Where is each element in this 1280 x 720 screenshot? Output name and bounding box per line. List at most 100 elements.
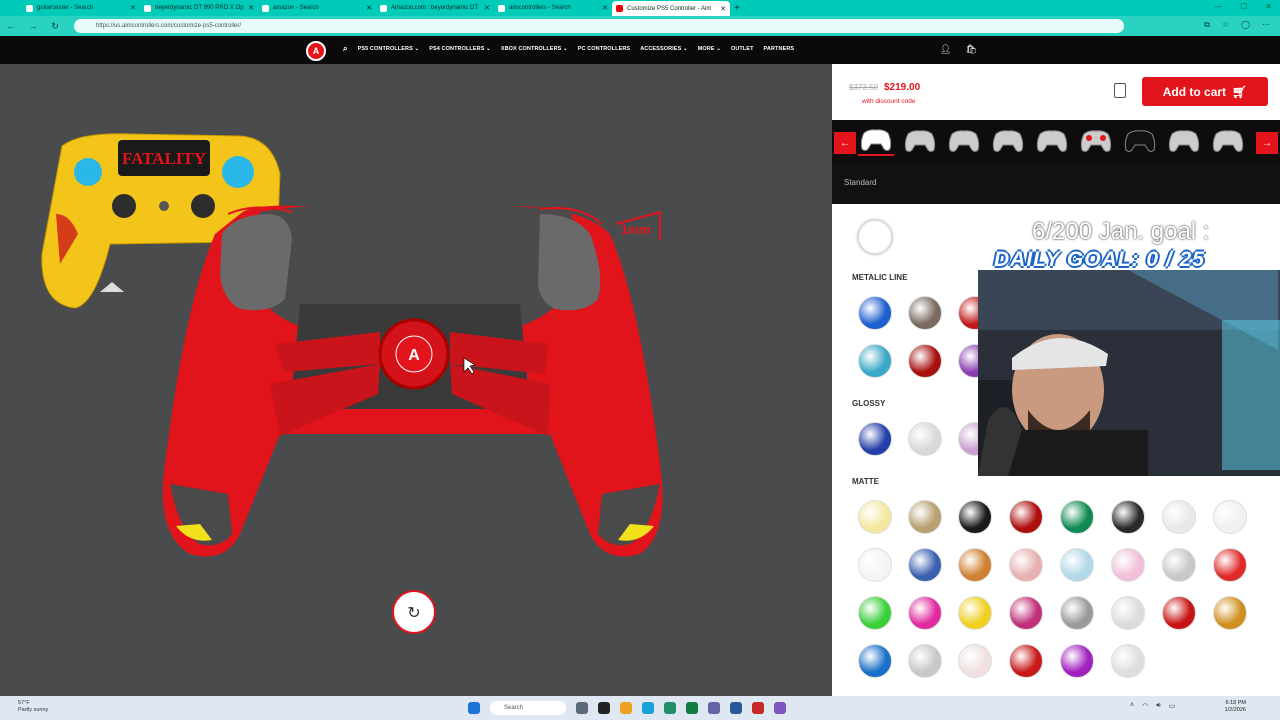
browser-tab[interactable]: beyerdynamic DT 990 PRO X Op ✕ <box>140 0 258 16</box>
app-icon-6[interactable] <box>774 702 786 714</box>
swatch-option[interactable] <box>858 296 892 330</box>
app-icon-2[interactable] <box>686 702 698 714</box>
swatch-option[interactable] <box>858 644 892 678</box>
aim-logo[interactable]: A <box>306 41 326 61</box>
maximize-icon[interactable]: ☐ <box>1240 2 1247 11</box>
volume-icon[interactable]: 🔊︎ <box>1156 702 1160 710</box>
task-view-icon[interactable] <box>576 702 588 714</box>
browser-tab[interactable]: Amazon.com : beyerdynamic DT ✕ <box>376 0 494 16</box>
menu-item[interactable]: PARTNERS <box>764 46 795 54</box>
swatch-option[interactable] <box>1162 500 1196 534</box>
app-icon-3[interactable] <box>708 702 720 714</box>
swatch-option[interactable] <box>958 548 992 582</box>
profile-icon[interactable]: ◯ <box>1241 20 1250 30</box>
swatch-option[interactable] <box>958 644 992 678</box>
edge-icon[interactable] <box>642 702 654 714</box>
favorites-icon[interactable]: ☆ <box>1222 20 1229 30</box>
menu-dots-icon[interactable]: ⋯ <box>1262 20 1270 30</box>
swatch-option[interactable] <box>958 500 992 534</box>
swatch-option[interactable] <box>1162 548 1196 582</box>
file-explorer-icon[interactable] <box>620 702 632 714</box>
browser-tab[interactable]: Customize PS5 Controller - Aim ✕ <box>612 1 730 16</box>
menu-item[interactable]: XBOX CONTROLLERS ⌄ <box>501 46 568 54</box>
add-to-cart-button[interactable]: Add to cart 🛒︎ <box>1142 77 1268 106</box>
app-icon-4[interactable] <box>730 702 742 714</box>
start-icon[interactable] <box>468 702 480 714</box>
tab-close-icon[interactable]: ✕ <box>602 4 608 12</box>
menu-item[interactable]: PS4 CONTROLLERS ⌄ <box>429 46 491 54</box>
swatch-option[interactable] <box>1009 548 1043 582</box>
swatch-option[interactable] <box>1162 596 1196 630</box>
menu-item[interactable]: MORE ⌄ <box>698 46 721 54</box>
rotate-view-button[interactable]: ↻ <box>392 590 436 634</box>
controller-part-thumb[interactable] <box>1210 126 1246 156</box>
swatch-option[interactable] <box>1213 500 1247 534</box>
swatch-option[interactable] <box>1009 500 1043 534</box>
controller-part-thumb[interactable] <box>1078 126 1114 156</box>
swatch-option[interactable] <box>858 548 892 582</box>
swatch-option[interactable] <box>1213 596 1247 630</box>
swatch-option[interactable] <box>1213 548 1247 582</box>
battery-icon[interactable]: ▭ <box>1169 702 1176 710</box>
app-icon-5[interactable] <box>752 702 764 714</box>
swatch-option[interactable] <box>858 596 892 630</box>
extension-icon[interactable]: ⧉ <box>1204 20 1210 30</box>
tab-close-icon[interactable]: ✕ <box>484 4 490 12</box>
swatch-option[interactable] <box>1111 596 1145 630</box>
swatch-option[interactable] <box>908 422 942 456</box>
search-icon[interactable]: ⌕ <box>343 44 348 54</box>
minimize-icon[interactable]: — <box>1214 2 1222 11</box>
controller-part-thumb[interactable] <box>1166 126 1202 156</box>
controller-part-thumb[interactable] <box>902 126 938 156</box>
swatch-option[interactable] <box>1009 596 1043 630</box>
browser-tab[interactable]: guitarcenter - Search ✕ <box>22 0 140 16</box>
swatch-option[interactable] <box>908 344 942 378</box>
swatch-option[interactable] <box>1060 644 1094 678</box>
controller-part-thumb[interactable] <box>946 126 982 156</box>
swatch-option[interactable] <box>908 596 942 630</box>
tab-close-icon[interactable]: ✕ <box>130 4 136 12</box>
swatch-option[interactable] <box>1111 644 1145 678</box>
swatch-white[interactable] <box>858 220 892 254</box>
back-view-controller[interactable]: A 1mm <box>162 203 663 557</box>
controller-part-thumb[interactable] <box>990 126 1026 156</box>
new-tab-button[interactable]: + <box>734 3 740 14</box>
cart-icon[interactable]: 🛍︎ <box>965 44 976 55</box>
close-window-icon[interactable]: ✕ <box>1265 2 1272 11</box>
menu-item[interactable]: PS5 CONTROLLERS ⌄ <box>358 46 420 54</box>
controller-part-thumb[interactable] <box>1122 126 1158 156</box>
controller-part-thumb[interactable] <box>1034 126 1070 156</box>
swatch-option[interactable] <box>858 422 892 456</box>
taskbar-search[interactable]: Search <box>490 701 566 715</box>
back-icon[interactable]: ← <box>0 21 22 31</box>
weather-widget[interactable]: 57°F Partly sunny <box>18 700 48 714</box>
swatch-option[interactable] <box>1060 500 1094 534</box>
swatch-option[interactable] <box>1060 596 1094 630</box>
account-icon[interactable]: 👤︎ <box>940 44 951 55</box>
swatch-option[interactable] <box>958 596 992 630</box>
swatch-option[interactable] <box>908 500 942 534</box>
swatch-option[interactable] <box>908 296 942 330</box>
controller-preview-stage[interactable]: FATALITY A 1mm ↻ <box>0 64 832 696</box>
swatch-option[interactable] <box>1009 644 1043 678</box>
swatch-option[interactable] <box>1111 548 1145 582</box>
summary-clipboard-icon[interactable] <box>1114 83 1126 98</box>
tray-chevron-icon[interactable]: ˄ <box>1130 702 1134 710</box>
forward-icon[interactable]: → <box>22 21 44 31</box>
taskbar-clock[interactable]: 6:18 PM 1/2/2026 <box>1225 700 1246 714</box>
tab-close-icon[interactable]: ✕ <box>366 4 372 12</box>
tab-close-icon[interactable]: ✕ <box>720 5 726 13</box>
wifi-icon[interactable]: ◠ <box>1142 702 1148 710</box>
controller-part-thumb[interactable] <box>858 126 894 156</box>
swatch-option[interactable] <box>858 344 892 378</box>
next-arrow-button[interactable]: → <box>1256 132 1278 154</box>
prev-arrow-button[interactable]: ← <box>834 132 856 154</box>
browser-tab[interactable]: aimcontrollers - Search ✕ <box>494 0 612 16</box>
swatch-option[interactable] <box>1060 548 1094 582</box>
reload-icon[interactable]: ↻ <box>44 21 66 32</box>
swatch-option[interactable] <box>1111 500 1145 534</box>
widgets-icon[interactable] <box>598 702 610 714</box>
swatch-option[interactable] <box>908 644 942 678</box>
menu-item[interactable]: ACCESSORIES ⌄ <box>640 46 687 54</box>
app-icon-1[interactable] <box>664 702 676 714</box>
